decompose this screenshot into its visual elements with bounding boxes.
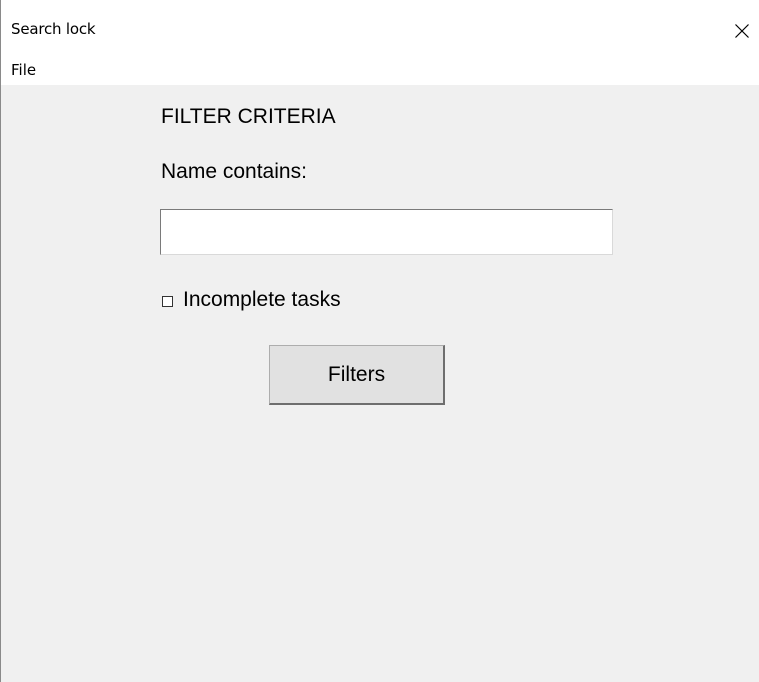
menu-item-file[interactable]: File xyxy=(9,61,38,79)
close-icon xyxy=(734,23,750,39)
filter-criteria-heading: FILTER CRITERIA xyxy=(161,105,336,128)
filters-button[interactable]: Filters xyxy=(269,345,445,405)
title-bar[interactable]: Search lock xyxy=(1,0,759,55)
filter-panel: FILTER CRITERIA Name contains: Incomplet… xyxy=(1,85,759,682)
window-title: Search lock xyxy=(11,20,96,38)
incomplete-tasks-label[interactable]: Incomplete tasks xyxy=(183,288,341,312)
name-contains-input[interactable] xyxy=(160,209,613,255)
close-button[interactable] xyxy=(725,12,759,50)
incomplete-tasks-checkbox[interactable]: Incomplete tasks xyxy=(162,288,341,312)
checkbox-box[interactable] xyxy=(162,295,173,307)
menu-bar: File xyxy=(1,55,759,85)
search-lock-window: Search lock File FILTER CRITERIA Name co… xyxy=(0,0,759,682)
name-contains-label: Name contains: xyxy=(161,160,307,183)
